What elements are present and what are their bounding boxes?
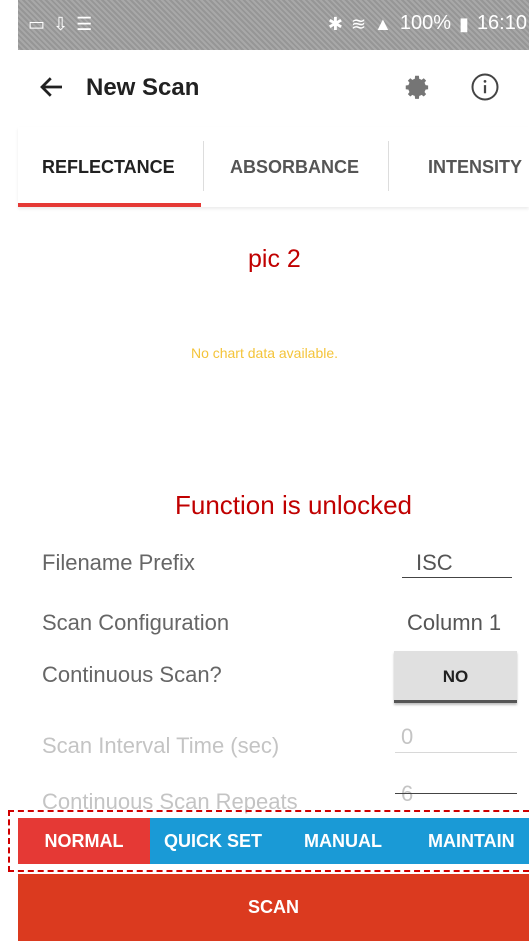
battery-icon: ▮ [459, 13, 469, 34]
filename-prefix-label: Filename Prefix [42, 550, 195, 575]
battery-percent: 100% [399, 12, 452, 34]
scan-configuration-value[interactable]: Column 1 [407, 610, 501, 636]
tab-reflectance[interactable]: REFLECTANCE [42, 157, 175, 178]
scan-interval-label: Scan Interval Time (sec) [42, 733, 280, 758]
scan-button[interactable]: SCAN [18, 874, 529, 941]
filename-prefix-field[interactable]: ISC [416, 550, 453, 576]
unlocked-annotation: Function is unlocked [175, 490, 413, 520]
bluetooth-icon: ✱ [327, 13, 343, 34]
scan-interval-underline [395, 752, 517, 753]
pic-annotation: pic 2 [248, 245, 301, 273]
tab-bar: REFLECTANCE ABSORBANCE INTENSITY [18, 127, 529, 207]
info-icon[interactable] [470, 72, 500, 102]
continuous-scan-toggle[interactable]: NO [394, 651, 517, 703]
download-notification-icon: ⇩ [53, 14, 69, 34]
gallery-notification-icon: ▭ [28, 14, 46, 34]
active-tab-indicator [18, 203, 201, 207]
tab-intensity[interactable]: INTENSITY [428, 157, 522, 178]
continuous-repeats-underline [395, 793, 517, 794]
signal-icon: ▲ [374, 13, 392, 34]
back-arrow-icon[interactable] [37, 72, 67, 102]
gear-icon[interactable] [402, 72, 432, 102]
filename-prefix-underline [402, 577, 512, 578]
continuous-repeats-field[interactable]: 6 [401, 781, 413, 807]
continuous-scan-label: Continuous Scan? [42, 662, 222, 687]
clock: 16:10 [476, 12, 527, 34]
chart-empty-message: No chart data available. [190, 345, 339, 361]
list-notification-icon: ☰ [76, 14, 93, 34]
tab-divider [203, 141, 204, 191]
scan-interval-field[interactable]: 0 [401, 724, 413, 750]
tab-absorbance[interactable]: ABSORBANCE [230, 157, 359, 178]
tab-divider [388, 141, 389, 191]
scan-configuration-label: Scan Configuration [42, 610, 230, 635]
wifi-icon: ≋ [350, 13, 367, 34]
app-bar: New Scan [18, 50, 529, 127]
mode-bar-annotation-box [8, 810, 529, 872]
page-title: New Scan [86, 74, 200, 101]
status-bar: ▭ ⇩ ☰ ✱ ≋ ▲ 100% ▮ 16:10 [18, 0, 529, 50]
